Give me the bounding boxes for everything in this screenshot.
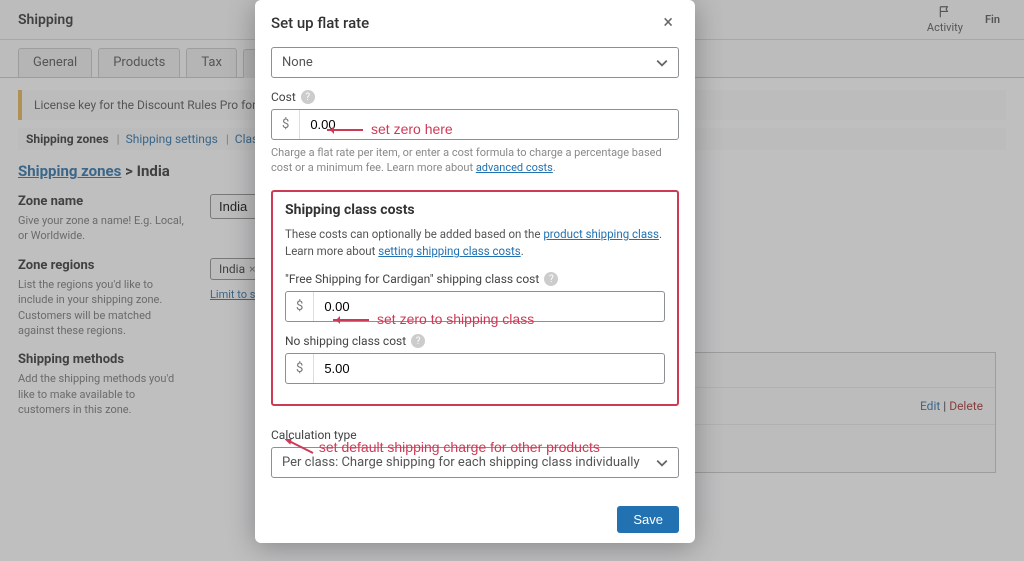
no-class-cost-label: No shipping class cost bbox=[285, 334, 406, 348]
chevron-down-icon bbox=[656, 57, 668, 69]
shipping-class-costs-intro: These costs can optionally be added base… bbox=[285, 226, 665, 261]
setting-shipping-class-costs-link[interactable]: setting shipping class costs bbox=[378, 244, 520, 258]
tax-status-select[interactable]: None bbox=[271, 47, 679, 78]
cost-field: $ bbox=[271, 109, 679, 140]
help-icon[interactable]: ? bbox=[544, 272, 558, 286]
save-button[interactable]: Save bbox=[617, 506, 679, 533]
tax-status-value: None bbox=[282, 55, 313, 70]
help-icon[interactable]: ? bbox=[411, 334, 425, 348]
class-cost-label: "Free Shipping for Cardigan" shipping cl… bbox=[285, 272, 539, 286]
modal-title: Set up flat rate bbox=[271, 14, 369, 32]
calc-type-value: Per class: Charge shipping for each ship… bbox=[282, 455, 640, 470]
chevron-down-icon bbox=[656, 457, 668, 469]
calc-type-select[interactable]: Per class: Charge shipping for each ship… bbox=[271, 447, 679, 478]
currency-symbol: $ bbox=[272, 110, 300, 139]
cost-label: Cost bbox=[271, 90, 296, 104]
modal-close-button[interactable]: × bbox=[657, 10, 679, 35]
currency-symbol: $ bbox=[286, 354, 314, 383]
help-icon[interactable]: ? bbox=[301, 90, 315, 104]
flat-rate-modal: Set up flat rate × None Cost ? $ set zer… bbox=[255, 0, 695, 543]
no-class-cost-input[interactable] bbox=[314, 354, 664, 383]
class-cost-input[interactable] bbox=[314, 292, 664, 321]
cost-input[interactable] bbox=[300, 110, 678, 139]
currency-symbol: $ bbox=[286, 292, 314, 321]
shipping-class-costs-heading: Shipping class costs bbox=[285, 202, 665, 218]
product-shipping-class-link[interactable]: product shipping class bbox=[543, 227, 659, 241]
calc-type-label: Calculation type bbox=[271, 428, 357, 442]
class-cost-field: $ bbox=[285, 291, 665, 322]
advanced-costs-link[interactable]: advanced costs bbox=[476, 161, 553, 174]
cost-description: Charge a flat rate per item, or enter a … bbox=[271, 145, 679, 176]
no-class-cost-field: $ bbox=[285, 353, 665, 384]
